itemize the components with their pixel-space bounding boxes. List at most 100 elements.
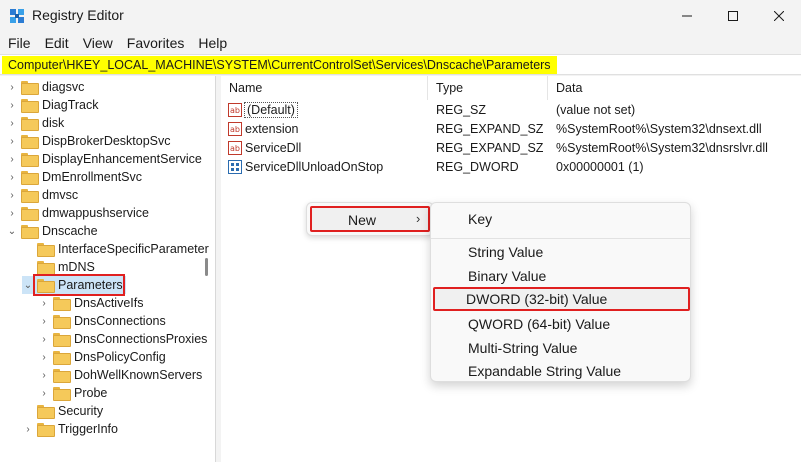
folder-icon: [21, 189, 39, 203]
chevron-right-icon[interactable]: ›: [22, 420, 34, 438]
submenu-dword-value[interactable]: DWORD (32-bit) Value: [433, 287, 690, 311]
highlight-box: [33, 274, 125, 296]
tree-item[interactable]: › DispBrokerDesktopSvc: [6, 132, 171, 150]
folder-icon: [21, 207, 39, 221]
submenu-key[interactable]: Key: [435, 207, 688, 231]
tree-item[interactable]: › DnsConnections: [38, 312, 166, 330]
folder-icon: [21, 171, 39, 185]
tree-item-label: DnsActiveIfs: [74, 296, 144, 310]
menu-file[interactable]: File: [0, 32, 38, 54]
folder-icon: [53, 369, 71, 383]
tree-item-label: DispBrokerDesktopSvc: [42, 134, 171, 148]
tree-pane[interactable]: › diagsvc › DiagTrack › disk › DispBroke…: [0, 76, 216, 462]
tree-item[interactable]: › DmEnrollmentSvc: [6, 168, 142, 186]
tree-item[interactable]: › DnsActiveIfs: [38, 294, 143, 312]
menu-help[interactable]: Help: [191, 32, 234, 54]
value-name: ServiceDll: [245, 141, 302, 155]
column-header-data[interactable]: Data: [548, 76, 801, 100]
tree-item[interactable]: Security: [22, 402, 103, 420]
menu-favorites[interactable]: Favorites: [120, 32, 192, 54]
address-path[interactable]: Computer\HKEY_LOCAL_MACHINE\SYSTEM\Curre…: [2, 56, 557, 74]
chevron-right-icon[interactable]: ›: [6, 132, 18, 150]
menu-view[interactable]: View: [76, 32, 120, 54]
chevron-right-icon[interactable]: ›: [38, 366, 50, 384]
tree-item[interactable]: › DiagTrack: [6, 96, 99, 114]
submenu-string-value[interactable]: String Value: [435, 240, 688, 264]
maximize-icon: [728, 11, 738, 21]
column-header-type[interactable]: Type: [428, 76, 548, 100]
folder-icon: [53, 351, 71, 365]
value-type: REG_SZ: [436, 103, 487, 117]
new-menu-label: New: [348, 212, 377, 228]
value-type: REG_DWORD: [436, 160, 519, 174]
submenu-binary-value[interactable]: Binary Value: [435, 264, 688, 288]
column-header-name[interactable]: Name: [221, 76, 428, 100]
tree-item[interactable]: › DohWellKnownServers: [38, 366, 202, 384]
chevron-down-icon[interactable]: ⌄: [6, 222, 18, 240]
submenu-expandable-string-value[interactable]: Expandable String Value: [435, 359, 688, 383]
maximize-button[interactable]: [710, 0, 756, 32]
new-submenu: Key String Value Binary Value DWORD (32-…: [430, 202, 691, 382]
folder-icon: [37, 423, 55, 437]
tree-item[interactable]: › diagsvc: [6, 78, 84, 96]
svg-text:ab: ab: [230, 125, 240, 134]
tree-item[interactable]: › dmwappushservice: [6, 204, 149, 222]
chevron-right-icon[interactable]: ›: [6, 96, 18, 114]
chevron-right-icon[interactable]: ›: [6, 150, 18, 168]
folder-icon: [53, 387, 71, 401]
close-icon: [774, 11, 784, 21]
value-data: (value not set): [556, 103, 636, 117]
chevron-placeholder: [22, 402, 34, 420]
tree-item-label: diagsvc: [42, 80, 85, 94]
tree-item[interactable]: › DisplayEnhancementService: [6, 150, 202, 168]
chevron-right-icon[interactable]: ›: [6, 78, 18, 96]
binary-value-icon: [228, 160, 242, 174]
tree-item[interactable]: › dmvsc: [6, 186, 78, 204]
chevron-right-icon[interactable]: ›: [6, 186, 18, 204]
table-row[interactable]: ServiceDllUnloadOnStop REG_DWORD 0x00000…: [221, 158, 801, 177]
context-menu: New ›: [306, 202, 434, 236]
close-button[interactable]: [756, 0, 801, 32]
chevron-right-icon: ›: [416, 211, 421, 226]
chevron-right-icon[interactable]: ›: [38, 312, 50, 330]
tree-item-label: InterfaceSpecificParameter: [58, 242, 209, 256]
tree-item-dnscache[interactable]: ⌄ Dnscache: [6, 222, 98, 240]
table-row[interactable]: ab (Default) REG_SZ (value not set): [221, 101, 801, 120]
tree-item[interactable]: › disk: [6, 114, 64, 132]
chevron-right-icon[interactable]: ›: [38, 384, 50, 402]
tree-item[interactable]: › Probe: [38, 384, 107, 402]
folder-icon: [37, 261, 55, 275]
tree-item[interactable]: › DnsPolicyConfig: [38, 348, 166, 366]
tree-item-label: Dnscache: [42, 224, 98, 238]
table-row[interactable]: ab ServiceDll REG_EXPAND_SZ %SystemRoot%…: [221, 139, 801, 158]
table-row[interactable]: ab extension REG_EXPAND_SZ %SystemRoot%\…: [221, 120, 801, 139]
menu-bar: File Edit View Favorites Help: [0, 32, 234, 54]
value-type: REG_EXPAND_SZ: [436, 122, 544, 136]
menu-edit[interactable]: Edit: [38, 32, 76, 54]
chevron-right-icon[interactable]: ›: [6, 204, 18, 222]
tree-item-label: dmwappushservice: [42, 206, 149, 220]
chevron-right-icon[interactable]: ›: [6, 114, 18, 132]
chevron-right-icon[interactable]: ›: [6, 168, 18, 186]
new-menu-item[interactable]: New ›: [310, 206, 430, 232]
chevron-right-icon[interactable]: ›: [38, 294, 50, 312]
tree-item[interactable]: › TriggerInfo: [22, 420, 118, 438]
tree-item-label: mDNS: [58, 260, 95, 274]
submenu-multi-string-value[interactable]: Multi-String Value: [435, 336, 688, 360]
chevron-right-icon[interactable]: ›: [38, 348, 50, 366]
menu-separator: [431, 238, 690, 239]
value-name: extension: [245, 122, 299, 136]
svg-text:ab: ab: [230, 144, 240, 153]
chevron-right-icon[interactable]: ›: [38, 330, 50, 348]
string-value-icon: ab: [228, 141, 242, 155]
tree-scrollbar-thumb[interactable]: [205, 258, 208, 276]
tree-item[interactable]: InterfaceSpecificParameter: [22, 240, 209, 258]
tree-item-label: disk: [42, 116, 65, 130]
tree-item[interactable]: › DnsConnectionsProxies: [38, 330, 207, 348]
folder-icon: [21, 99, 39, 113]
tree-item-label: TriggerInfo: [58, 422, 118, 436]
folder-icon: [21, 117, 39, 131]
minimize-button[interactable]: [664, 0, 710, 32]
submenu-qword-value[interactable]: QWORD (64-bit) Value: [435, 312, 688, 336]
address-bar[interactable]: Computer\HKEY_LOCAL_MACHINE\SYSTEM\Curre…: [0, 54, 801, 75]
